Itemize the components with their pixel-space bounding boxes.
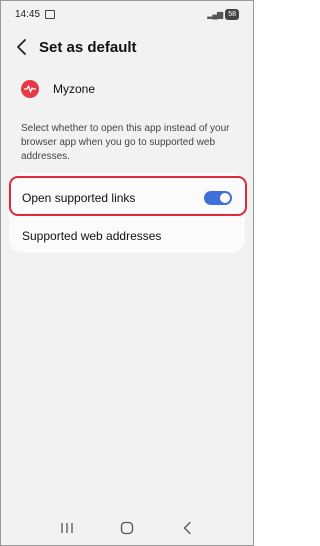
back-icon[interactable] [15, 37, 29, 57]
home-icon [120, 521, 134, 535]
signal-icon: ▂▄▆ [207, 9, 223, 19]
nav-back-button[interactable] [172, 516, 202, 540]
supported-web-addresses-label: Supported web addresses [22, 229, 162, 243]
screenshot-icon [45, 9, 56, 19]
open-supported-links-row[interactable]: Open supported links [9, 178, 245, 218]
navigation-bar [1, 513, 253, 543]
open-supported-links-label: Open supported links [22, 191, 136, 205]
battery-indicator: 58 [225, 8, 239, 20]
phone-screen: 14:45 ▂▄▆ 58 Set as default Myzone Selec… [0, 0, 254, 546]
description-text: Select whether to open this app instead … [21, 123, 230, 162]
myzone-app-icon [21, 80, 39, 98]
status-left: 14:45 [15, 8, 56, 20]
toggle-knob [220, 193, 230, 203]
settings-card: Open supported links Supported web addre… [9, 173, 245, 253]
page-title: Set as default [39, 38, 137, 56]
recents-icon [61, 523, 73, 533]
status-right: ▂▄▆ 58 [207, 8, 239, 20]
supported-web-addresses-row[interactable]: Supported web addresses [9, 218, 245, 253]
status-bar: 14:45 ▂▄▆ 58 [1, 1, 253, 27]
page-header: Set as default [15, 37, 137, 57]
open-supported-links-toggle[interactable] [204, 191, 232, 205]
recents-button[interactable] [52, 516, 82, 540]
app-name: Myzone [53, 82, 96, 96]
nav-back-icon [183, 521, 191, 535]
status-time: 14:45 [15, 8, 41, 20]
app-row: Myzone [21, 80, 95, 98]
heartbeat-icon [24, 85, 36, 93]
home-button[interactable] [112, 516, 142, 540]
